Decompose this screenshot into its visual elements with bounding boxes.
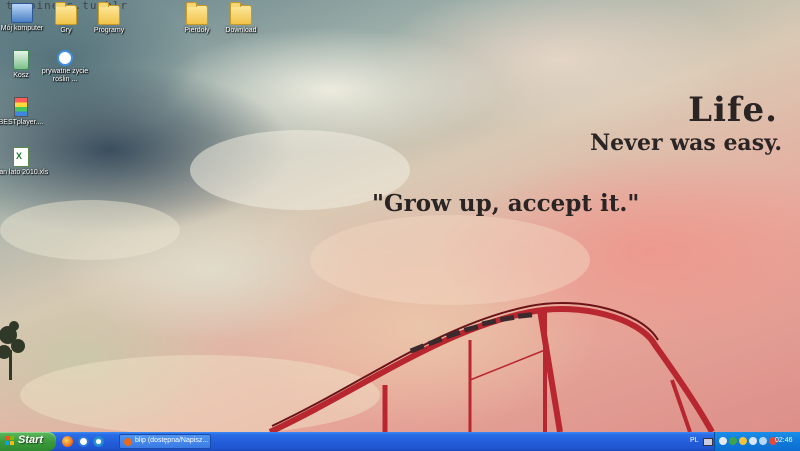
- desktop-icon-prywatne-zycie[interactable]: prywatne życie roślin ...: [35, 50, 95, 84]
- wallpaper-subline: Never was easy.: [590, 130, 782, 156]
- firefox-icon[interactable]: [62, 436, 73, 447]
- desktop-icon-label: plan lato 2010.xls: [0, 169, 49, 176]
- speaker-icon[interactable]: [749, 437, 757, 445]
- desktop-icon-label: Programy: [93, 27, 125, 34]
- recycle-bin-icon: [13, 50, 29, 70]
- taskbar: Start » blip (dostępna/Napisz... PL 02:4…: [0, 432, 800, 451]
- start-button[interactable]: Start: [0, 432, 56, 451]
- desktop-icon-bestplayer[interactable]: BESTplayer....: [0, 97, 51, 127]
- folder-icon: [230, 2, 252, 25]
- show-hidden-icons-icon[interactable]: [719, 437, 727, 445]
- internet-shortcut-icon: [57, 50, 73, 66]
- keyboard-icon[interactable]: [703, 438, 713, 446]
- wallpaper-quote: "Grow up, accept it.": [372, 190, 640, 217]
- folder-icon: [186, 2, 208, 25]
- firefox-icon: [124, 438, 132, 446]
- player-app-icon: [14, 97, 28, 117]
- start-label: Start: [18, 434, 44, 446]
- desktop-icon-label: Download: [225, 27, 257, 34]
- clock[interactable]: 02:46: [775, 437, 793, 444]
- wallpaper-headline: Life.: [688, 90, 778, 130]
- desktop-icon-label: BESTplayer....: [0, 119, 44, 126]
- desktop-icon-label: prywatne życie roślin ...: [41, 68, 89, 83]
- desktop[interactable]: t ppiness.tumblr Life. Never was easy. "…: [0, 0, 800, 432]
- taskbar-window-title: blip (dostępna/Napisz...: [135, 437, 209, 444]
- bluetooth-icon[interactable]: [759, 437, 767, 445]
- desktop-icon-plan-lato[interactable]: plan lato 2010.xls: [0, 147, 51, 177]
- windows-logo-icon: [5, 436, 15, 446]
- taskbar-window-button[interactable]: blip (dostępna/Napisz...: [119, 434, 211, 449]
- security-shield-icon[interactable]: [739, 437, 747, 445]
- computer-icon: [11, 3, 33, 23]
- desktop-icon-programy[interactable]: Programy: [79, 2, 139, 35]
- desktop-icon-download[interactable]: Download: [211, 2, 271, 35]
- internet-explorer-icon[interactable]: [78, 436, 89, 447]
- media-player-icon[interactable]: [93, 436, 104, 447]
- folder-icon: [98, 2, 120, 25]
- folder-icon: [55, 2, 77, 25]
- language-indicator[interactable]: PL: [690, 437, 699, 444]
- excel-file-icon: [13, 147, 29, 167]
- network-icon[interactable]: [729, 437, 737, 445]
